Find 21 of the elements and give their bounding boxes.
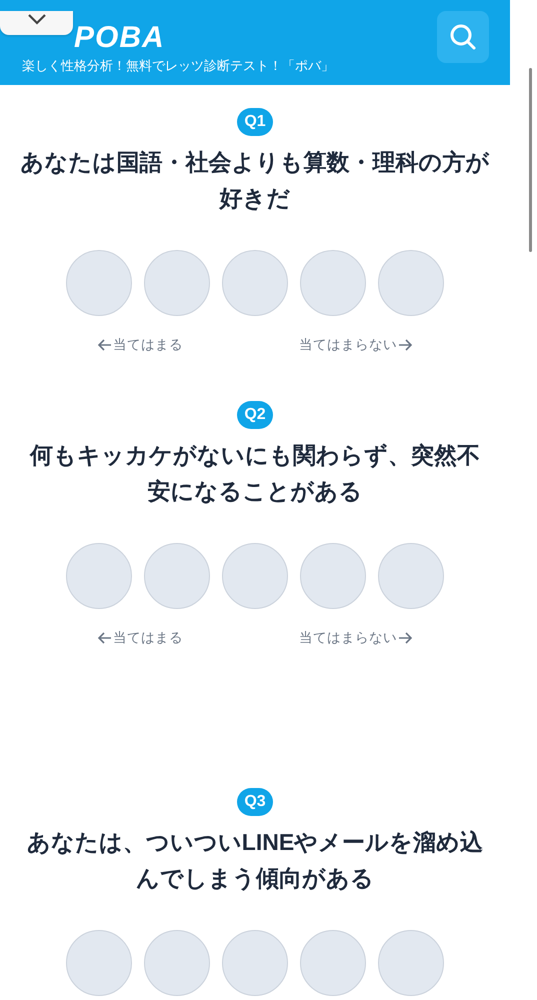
question-text: あなたは、ついついLINEやメールを溜め込んでしまう傾向がある bbox=[26, 828, 484, 893]
question-number: Q2 bbox=[237, 401, 273, 429]
search-button[interactable] bbox=[437, 11, 489, 63]
question-text: 何もキッカケがないにも関わらず、突然不安になることがある bbox=[28, 441, 481, 506]
right-arrow-icon bbox=[398, 631, 413, 645]
disagree-label: 当てはまらない bbox=[299, 629, 397, 648]
collapse-tab[interactable] bbox=[0, 11, 73, 35]
search-icon bbox=[449, 23, 477, 51]
question-number: Q3 bbox=[237, 788, 273, 816]
chevron-down-icon bbox=[26, 13, 48, 25]
disagree-label: 当てはまらない bbox=[299, 336, 397, 355]
logo[interactable]: POBA bbox=[74, 25, 165, 51]
tagline: 楽しく性格分析！無料でレッツ診断テスト！「ポバ」 bbox=[22, 58, 334, 75]
agree-label: 当てはまる bbox=[113, 336, 183, 355]
scrollbar[interactable] bbox=[529, 68, 532, 252]
question-text: あなたは国語・社会よりも算数・理科の方が好きだ bbox=[20, 148, 490, 213]
left-arrow-icon bbox=[97, 338, 112, 352]
right-arrow-icon bbox=[398, 338, 413, 352]
question-number: Q1 bbox=[237, 108, 273, 136]
agree-label: 当てはまる bbox=[113, 629, 183, 648]
left-arrow-icon bbox=[97, 631, 112, 645]
